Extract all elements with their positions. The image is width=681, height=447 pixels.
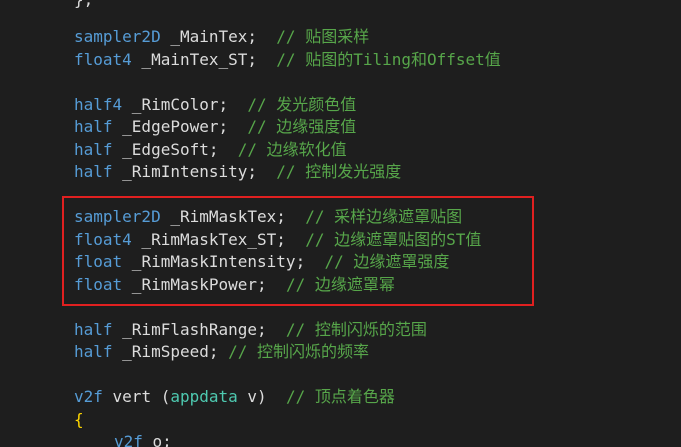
code-token: o;	[142, 432, 172, 447]
code-line-maintex[interactable]: sampler2D _MainTex; // 贴图采样	[74, 26, 369, 49]
code-token: _EdgeSoft;	[112, 139, 238, 159]
code-token: half	[74, 139, 113, 159]
code-line-edgesoft[interactable]: half _EdgeSoft; // 边缘软化值	[74, 139, 347, 162]
code-line-edgepower[interactable]: half _EdgePower; // 边缘强度值	[74, 116, 356, 139]
code-token: _RimSpeed;	[112, 342, 229, 361]
code-token: half4	[74, 94, 123, 114]
code-line-v2f-decl[interactable]: v2f o;	[114, 431, 172, 447]
code-line-rimintensity[interactable]: half _RimIntensity; // 控制发光强度	[74, 161, 401, 184]
code-line-rimspeed[interactable]: half _RimSpeed; // 控制闪烁的频率	[74, 341, 369, 364]
code-line-open-brace[interactable]: {	[74, 409, 84, 432]
code-line-rimflashrange[interactable]: half _RimFlashRange; // 控制闪烁的范围	[74, 319, 427, 342]
code-token: // 贴图的Tiling和Offset值	[276, 49, 501, 69]
code-token: // 边缘强度值	[247, 117, 357, 136]
code-token: v2f	[74, 387, 103, 406]
code-token: {	[74, 409, 84, 429]
code-token: appdata	[170, 387, 238, 406]
code-token: // 控制发光强度	[276, 162, 402, 181]
code-token: vert (	[102, 387, 171, 406]
code-line-maintex-st[interactable]: float4 _MainTex_ST; // 贴图的Tiling和Offset值	[74, 49, 501, 72]
code-line-vert-signature[interactable]: v2f vert (appdata v) // 顶点着色器	[74, 386, 395, 409]
code-line-rimcolor[interactable]: half4 _RimColor; // 发光颜色值	[74, 94, 356, 117]
code-editor[interactable]: };sampler2D _MainTex; // 贴图采样float4 _Mai…	[0, 0, 681, 447]
code-token: _MainTex;	[160, 27, 277, 46]
code-token: float4	[74, 49, 132, 69]
code-token: v)	[237, 387, 286, 406]
code-token: // 边缘软化值	[237, 139, 347, 159]
code-token: // 贴图采样	[276, 27, 370, 46]
code-token: half	[74, 319, 113, 339]
code-token: };	[74, 0, 93, 9]
code-token: half	[74, 162, 113, 181]
code-token: _RimFlashRange;	[112, 319, 286, 339]
code-token: // 发光颜色值	[247, 94, 357, 114]
code-token: _MainTex_ST;	[131, 49, 277, 69]
code-token: // 控制闪烁的频率	[228, 342, 370, 361]
code-token: // 顶点着色器	[285, 387, 395, 406]
code-token: half	[74, 342, 113, 361]
highlight-box	[62, 196, 534, 306]
code-line-brace-fragment[interactable]: };	[74, 0, 93, 12]
code-token: half	[74, 117, 113, 136]
code-token: v2f	[114, 432, 143, 447]
code-token: _EdgePower;	[112, 117, 248, 136]
code-token: sampler2D	[74, 27, 161, 46]
code-token: // 控制闪烁的范围	[285, 319, 427, 339]
code-token: _RimIntensity;	[112, 162, 277, 181]
code-token: _RimColor;	[122, 94, 248, 114]
